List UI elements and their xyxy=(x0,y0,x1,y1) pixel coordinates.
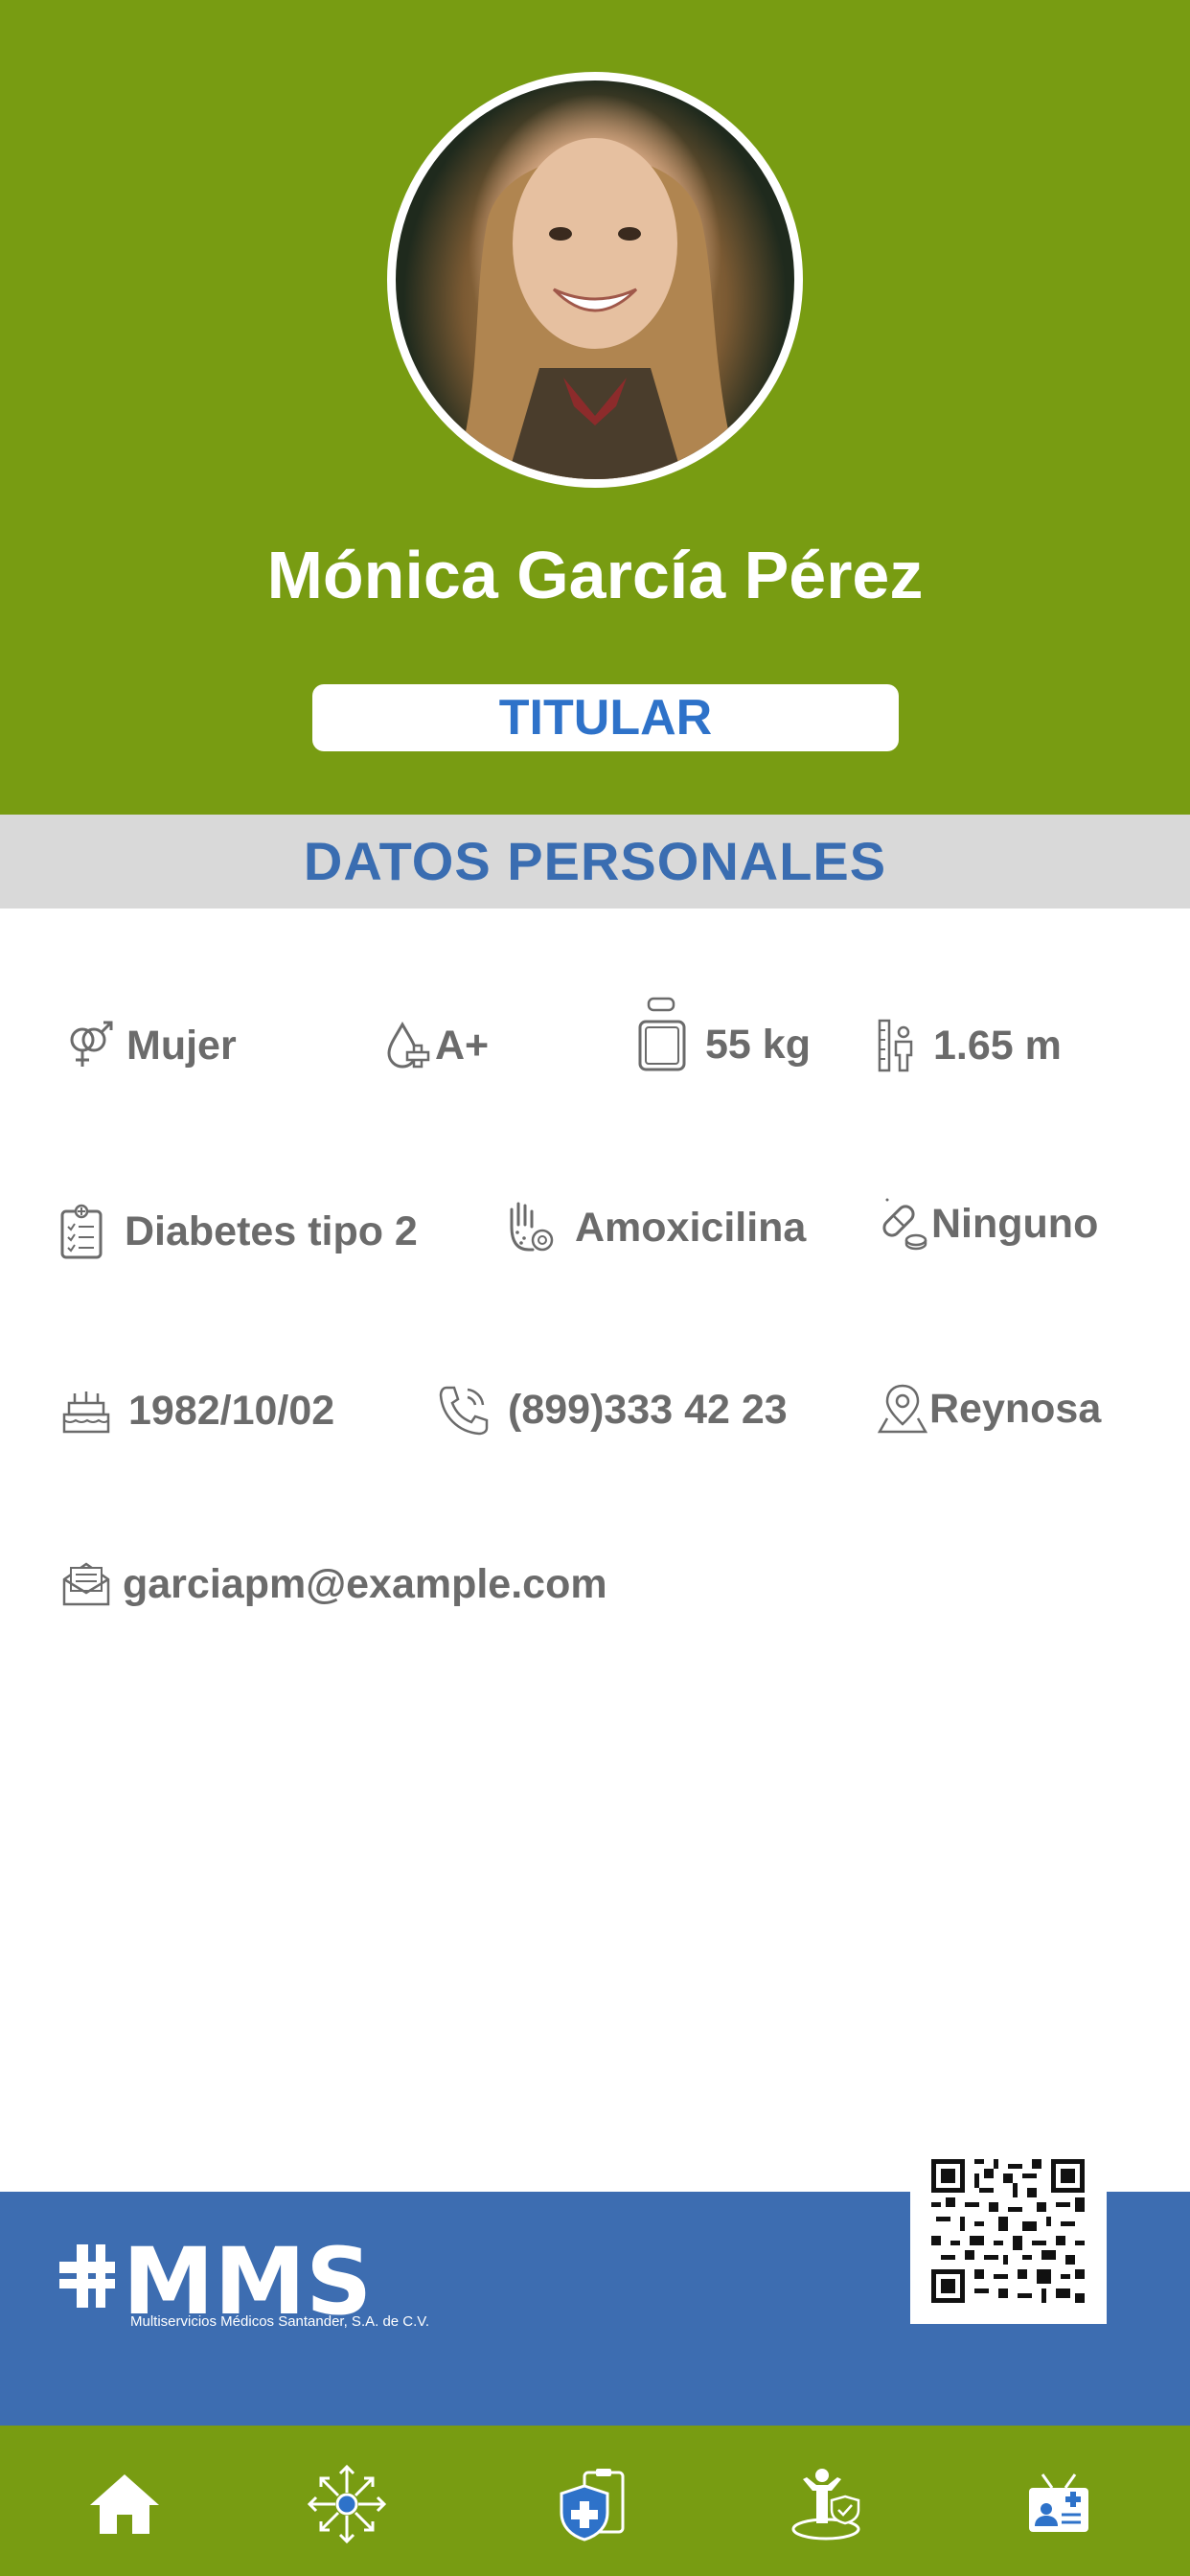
gender-value: Mujer xyxy=(126,1022,237,1069)
nav-home-button[interactable] xyxy=(77,2461,172,2547)
role-badge: TITULAR xyxy=(312,684,899,751)
blood-type-value: A+ xyxy=(435,1022,490,1069)
blood-type-field: A+ xyxy=(383,1019,489,1072)
city-value: Reynosa xyxy=(929,1385,1102,1432)
person-shield-icon xyxy=(791,2469,860,2541)
qr-code-icon xyxy=(931,2159,1085,2303)
birthdate-value: 1982/10/02 xyxy=(128,1387,335,1434)
nav-insured-button[interactable] xyxy=(782,2461,878,2547)
email-value: garciapm@example.com xyxy=(123,1560,607,1607)
phone-field[interactable]: (899)333 42 23 xyxy=(437,1384,788,1436)
profile-header: Mónica García Pérez TITULAR xyxy=(0,0,1190,815)
medical-shield-icon xyxy=(560,2469,625,2542)
allergy-value: Amoxicilina xyxy=(575,1204,807,1251)
pill-icon xyxy=(882,1198,927,1251)
section-title: DATOS PERSONALES xyxy=(0,815,1190,908)
avatar-portrait xyxy=(453,138,741,479)
gender-field: Mujer xyxy=(65,1019,237,1072)
gender-icon xyxy=(70,1021,113,1067)
phone-value: (899)333 42 23 xyxy=(508,1386,788,1433)
scale-icon xyxy=(638,997,686,1071)
allergy-hand-icon xyxy=(510,1202,554,1252)
avatar[interactable] xyxy=(387,72,803,488)
blood-drop-icon xyxy=(387,1021,430,1069)
height-icon xyxy=(878,1019,913,1072)
profile-name: Mónica García Pérez xyxy=(266,538,924,612)
condition-value: Diabetes tipo 2 xyxy=(125,1208,418,1254)
nav-medical-button[interactable] xyxy=(546,2461,642,2547)
logo-subtitle: Multiservicios Médicos Santander, S.A. d… xyxy=(130,2313,430,2330)
birthdate-field: 1982/10/02 xyxy=(61,1386,334,1436)
cake-icon xyxy=(62,1392,110,1434)
medication-field: Ninguno xyxy=(878,1196,1098,1252)
home-icon xyxy=(90,2474,159,2534)
nav-network-button[interactable] xyxy=(299,2461,395,2547)
email-icon xyxy=(62,1562,110,1606)
phone-icon xyxy=(439,1386,489,1436)
network-icon xyxy=(307,2464,387,2544)
email-field[interactable]: garciapm@example.com xyxy=(61,1560,607,1608)
id-card-icon xyxy=(1029,2473,1088,2532)
medication-value: Ninguno xyxy=(931,1200,1099,1247)
clipboard-icon xyxy=(60,1204,103,1259)
condition-field: Diabetes tipo 2 xyxy=(59,1204,418,1259)
nav-id-card-button[interactable] xyxy=(1011,2461,1107,2547)
qr-code[interactable] xyxy=(910,2142,1107,2324)
allergy-field: Amoxicilina xyxy=(504,1200,806,1255)
weight-field: 55 kg xyxy=(636,997,811,1073)
weight-value: 55 kg xyxy=(705,1021,811,1068)
location-icon xyxy=(878,1384,927,1434)
height-value: 1.65 m xyxy=(933,1022,1062,1069)
city-field: Reynosa xyxy=(878,1382,1101,1436)
height-field: 1.65 m xyxy=(878,1019,1062,1072)
